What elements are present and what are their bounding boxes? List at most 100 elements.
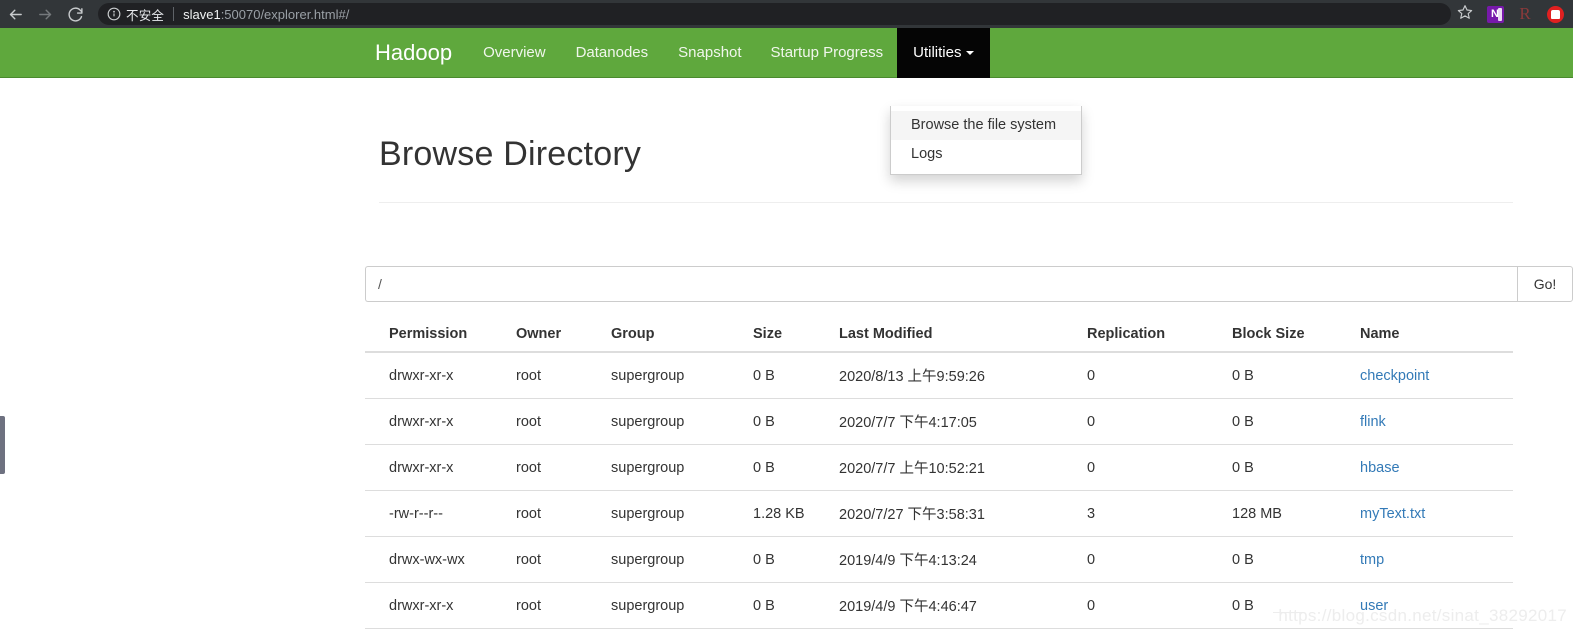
page-viewport: Hadoop Overview Datanodes Snapshot Start… <box>0 28 1573 630</box>
cell-last-modified: 2020/7/27 下午3:58:31 <box>831 490 1079 537</box>
column-header-replication[interactable]: Replication <box>1079 318 1224 353</box>
cell-group: supergroup <box>603 444 745 491</box>
cell-replication: 0 <box>1079 582 1224 629</box>
table-row: drwxr-xr-x root supergroup 0 B 2020/7/7 上午10… <box>365 444 1513 491</box>
cell-owner: root <box>508 536 603 583</box>
hadoop-navbar: Hadoop Overview Datanodes Snapshot Start… <box>0 28 1573 78</box>
cell-group: supergroup <box>603 490 745 537</box>
back-arrow-icon <box>7 6 24 23</box>
menu-item-logs[interactable]: Logs <box>891 140 1081 169</box>
sidebar-edge-handle[interactable] <box>0 416 5 474</box>
cell-owner: root <box>516 367 541 384</box>
cell-size: 0 B <box>745 398 831 445</box>
forward-arrow-icon <box>37 6 54 23</box>
cell-group: supergroup <box>603 582 745 629</box>
url-path: :50070/explorer.html#/ <box>220 6 350 22</box>
column-header-permission[interactable]: Permission <box>365 318 508 353</box>
column-header-owner[interactable]: Owner <box>508 318 603 353</box>
browser-toolbar: 不安全 slave1:50070/explorer.html#/ N R <box>0 0 1573 28</box>
nav-link-overview[interactable]: Overview <box>468 28 561 78</box>
cell-name: checkpoint <box>1352 352 1513 399</box>
cell-name: tmp <box>1352 536 1513 583</box>
table-row: drwx-wx-wx root supergroup 0 B 2019/4/9 下午4:… <box>365 536 1513 583</box>
cell-replication: 0 <box>1079 536 1224 583</box>
url-host: slave1 <box>183 6 221 22</box>
table-body: drwxr-xr-x root supergroup 0 B 2020/8/13 上午9… <box>365 352 1513 630</box>
cell-group: supergroup <box>611 367 685 384</box>
file-link[interactable]: checkpoint <box>1360 368 1429 384</box>
column-header-group[interactable]: Group <box>603 318 745 353</box>
cell-size: 0 B <box>745 444 831 491</box>
cell-permission: -rw-r--r-- <box>365 490 508 537</box>
cell-name: hbase <box>1352 444 1513 491</box>
cell-size: 0 B <box>745 536 831 583</box>
file-link[interactable]: hbase <box>1360 460 1400 476</box>
directory-path-input[interactable] <box>365 266 1517 302</box>
cell-permission: drwxr-xr-x <box>365 444 508 491</box>
table-row: drwxr-xr-x root supergroup 0 B 2020/7/7 下午4:… <box>365 398 1513 445</box>
cell-size: 0 B <box>753 367 775 384</box>
nav-link-snapshot[interactable]: Snapshot <box>663 28 756 78</box>
browser-actions: N R <box>1451 0 1573 28</box>
omnibox-divider <box>173 7 175 21</box>
cell-last-modified: 2020/8/13 上午9:59:26 <box>839 369 985 385</box>
address-bar[interactable]: 不安全 slave1:50070/explorer.html#/ <box>98 3 1451 25</box>
star-icon <box>1457 4 1473 25</box>
nav-link-datanodes[interactable]: Datanodes <box>561 28 664 78</box>
cell-block-size: 0 B <box>1224 398 1352 445</box>
cell-owner: root <box>508 582 603 629</box>
extension-r-button[interactable]: R <box>1511 0 1539 28</box>
cell-size: 1.28 KB <box>745 490 831 537</box>
watermark-text: https://blog.csdn.net/sinat_38292017 <box>1278 606 1567 625</box>
reload-icon <box>67 6 84 23</box>
cell-permission: drwxr-xr-x <box>365 582 508 629</box>
extension-red-button[interactable] <box>1541 0 1569 28</box>
cell-replication: 0 <box>1079 444 1224 491</box>
go-button[interactable]: Go! <box>1517 266 1573 302</box>
reload-button[interactable] <box>60 0 90 28</box>
cell-last-modified: 2019/4/9 下午4:13:24 <box>831 536 1079 583</box>
cell-block-size: 128 MB <box>1224 490 1352 537</box>
extension-onenote-button[interactable]: N <box>1481 0 1509 28</box>
cell-last-modified: 2020/7/7 上午10:52:21 <box>831 444 1079 491</box>
file-link[interactable]: tmp <box>1360 552 1384 568</box>
cell-group: supergroup <box>603 536 745 583</box>
column-header-block-size[interactable]: Block Size <box>1224 318 1352 353</box>
bookmark-button[interactable] <box>1451 0 1479 28</box>
chevron-down-icon <box>966 51 975 55</box>
nav-link-startup-progress[interactable]: Startup Progress <box>757 28 898 78</box>
back-button[interactable] <box>0 0 30 28</box>
forward-button[interactable] <box>30 0 60 28</box>
utilities-dropdown-menu: Browse the file system Logs <box>890 106 1082 176</box>
cell-permission: drwx-wx-wx <box>365 536 508 583</box>
onenote-extension-icon: N <box>1486 5 1504 23</box>
r-extension-icon: R <box>1519 4 1531 23</box>
brand-hadoop[interactable]: Hadoop <box>363 28 468 78</box>
cell-block-size: 0 B <box>1224 536 1352 583</box>
info-circle-icon[interactable] <box>107 7 121 21</box>
cell-owner: root <box>508 398 603 445</box>
navbar-inner: Hadoop Overview Datanodes Snapshot Start… <box>363 28 991 78</box>
menu-item-browse-file-system[interactable]: Browse the file system <box>891 111 1081 141</box>
cell-replication: 0 <box>1087 367 1096 384</box>
security-label: 不安全 <box>126 8 165 23</box>
file-link[interactable]: flink <box>1360 414 1386 430</box>
cell-permission: drwxr-xr-x <box>365 398 508 445</box>
red-extension-icon <box>1546 5 1564 23</box>
nav-dropdown-utilities[interactable]: Utilities <box>897 28 991 78</box>
file-listing-table-wrapper: Permission Owner Group Size Last Modifie… <box>365 318 1515 630</box>
table-row: drwxr-xr-x root supergroup 0 B 2020/8/13 上午9… <box>365 352 1513 399</box>
cell-block-size: 0 B <box>1224 444 1352 491</box>
column-header-size[interactable]: Size <box>745 318 831 353</box>
cell-name: myText.txt <box>1352 490 1513 537</box>
column-header-name[interactable]: Name <box>1352 318 1513 353</box>
cell-name: flink <box>1352 398 1513 445</box>
cell-last-modified: 2020/7/7 下午4:17:05 <box>831 398 1079 445</box>
column-header-last-modified[interactable]: Last Modified <box>831 318 1079 353</box>
cell-replication: 3 <box>1079 490 1224 537</box>
table-header-row: Permission Owner Group Size Last Modifie… <box>365 318 1513 353</box>
file-link[interactable]: myText.txt <box>1360 506 1425 522</box>
cell-replication: 0 <box>1079 398 1224 445</box>
table-head: Permission Owner Group Size Last Modifie… <box>365 318 1513 353</box>
cell-permission: drwxr-xr-x <box>389 367 454 384</box>
